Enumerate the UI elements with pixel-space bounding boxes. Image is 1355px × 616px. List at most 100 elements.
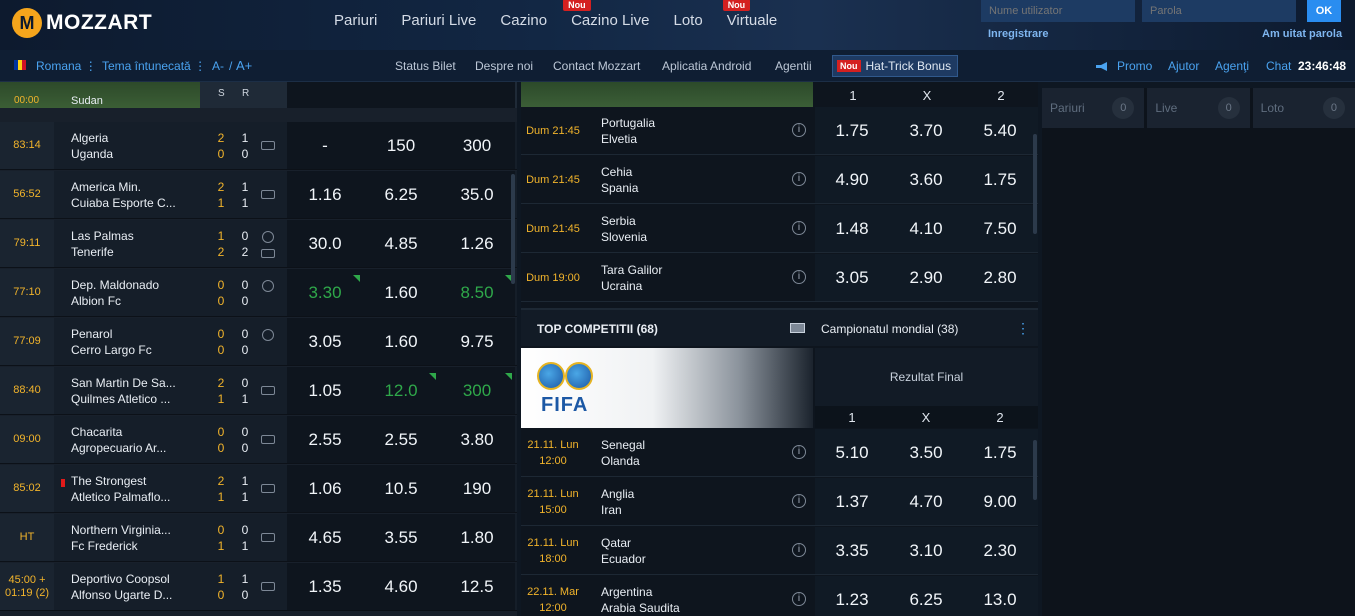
match-row[interactable]: 22.11. Mar 12:00 Argentina Arabia Saudita i…: [521, 576, 1038, 616]
odd-button[interactable]: 13.0: [963, 576, 1037, 616]
contact-link[interactable]: Contact Mozzart: [553, 59, 640, 73]
match-row[interactable]: Dum 21:45 Portugalia Elvetia i 1.75 3.70 5.40: [521, 107, 1038, 155]
font-increase-button[interactable]: A+: [236, 58, 252, 73]
play-icon[interactable]: [262, 231, 274, 243]
odd-button[interactable]: 190: [439, 465, 515, 513]
match-row[interactable]: 21.11. Lun 18:00 Qatar Ecuador i 3.35 3.10 2.3…: [521, 527, 1038, 575]
odd-button[interactable]: 2.30: [963, 527, 1037, 575]
info-icon[interactable]: i: [792, 494, 806, 508]
mozzart-logo[interactable]: M MOZZART: [12, 8, 152, 38]
live-match-row[interactable]: 77:09 Penarol Cerro Largo Fc 0 0 0 0 3.05 1.60 9.…: [0, 318, 517, 366]
stadium-icon[interactable]: [261, 386, 275, 395]
odd-button[interactable]: 9.00: [963, 478, 1037, 526]
live-match-row[interactable]: 09:00 Chacarita Agropecuario Ar... 0 0 0 0 2.55…: [0, 416, 517, 464]
odd-button[interactable]: 3.70: [889, 107, 963, 155]
live-match-row[interactable]: 77:10 Dep. Maldonado Albion Fc 0 0 0 0 3.30 1.60…: [0, 269, 517, 317]
live-match-row[interactable]: HT Northern Virginia... Fc Frederick 0 1 0 1 4.…: [0, 514, 517, 562]
odd-button[interactable]: 1.60: [363, 318, 439, 366]
live-match-row[interactable]: 88:40 San Martin De Sa... Quilmes Atletico…: [0, 367, 517, 415]
competition-select[interactable]: Campionatul mondial (38): [821, 322, 958, 336]
agentii-link[interactable]: Agentii: [775, 59, 812, 73]
live-match-row[interactable]: 85:02 The Strongest Atletico Palmaflo... 2 1…: [0, 465, 517, 513]
odd-button[interactable]: 3.60: [889, 156, 963, 204]
forgot-password-link[interactable]: Am uitat parola: [1262, 28, 1342, 40]
register-link[interactable]: Inregistrare: [988, 28, 1049, 40]
odd-button[interactable]: 3.50: [889, 429, 963, 477]
odd-button[interactable]: 1.37: [815, 478, 889, 526]
nav-cazino-live[interactable]: Nou Cazino Live: [563, 0, 649, 42]
odd-button[interactable]: 1.75: [963, 156, 1037, 204]
scrollbar[interactable]: [1033, 134, 1037, 234]
odd-button[interactable]: 3.05: [815, 254, 889, 302]
odd-button[interactable]: 2.55: [363, 416, 439, 464]
odd-button[interactable]: 1.48: [815, 205, 889, 253]
info-icon[interactable]: i: [792, 172, 806, 186]
more-menu-icon[interactable]: ⋮: [1016, 320, 1030, 337]
login-ok-button[interactable]: OK: [1307, 0, 1341, 22]
username-input[interactable]: [981, 0, 1135, 22]
odd-button[interactable]: 3.30: [287, 269, 363, 317]
odd-button[interactable]: 300: [439, 122, 515, 170]
match-row[interactable]: 21.11. Lun 12:00 Senegal Olanda i 5.10 3.50 1.…: [521, 429, 1038, 477]
live-match-row[interactable]: 83:14 Algeria Uganda 2 0 1 0 -150 300: [0, 122, 517, 170]
nav-pariuri-live[interactable]: Pariuri Live: [401, 0, 476, 42]
theme-toggle[interactable]: Tema întunecată ⋮: [102, 59, 206, 73]
odd-button[interactable]: 12.5: [439, 563, 515, 611]
agents-link[interactable]: Agenţi: [1215, 59, 1249, 73]
stadium-icon[interactable]: [261, 484, 275, 493]
info-icon[interactable]: i: [792, 543, 806, 557]
match-row[interactable]: 21.11. Lun 15:00 Anglia Iran i 1.37 4.70 9.00: [521, 478, 1038, 526]
odd-button[interactable]: 1.35: [287, 563, 363, 611]
odd-button[interactable]: 3.35: [815, 527, 889, 575]
info-icon[interactable]: i: [792, 123, 806, 137]
info-icon[interactable]: i: [792, 592, 806, 606]
odd-button[interactable]: 4.70: [889, 478, 963, 526]
odd-button[interactable]: 4.65: [287, 514, 363, 562]
help-link[interactable]: Ajutor: [1168, 59, 1199, 73]
stadium-icon[interactable]: [261, 435, 275, 444]
odd-button[interactable]: 1.60: [363, 269, 439, 317]
nav-cazino[interactable]: Cazino: [500, 0, 547, 42]
odd-button[interactable]: 6.25: [889, 576, 963, 616]
despre-noi-link[interactable]: Despre noi: [475, 59, 533, 73]
odd-button[interactable]: 4.10: [889, 205, 963, 253]
live-match-row[interactable]: 79:11 Las Palmas Tenerife 1 2 0 2 30.0 4.85 1.26: [0, 220, 517, 268]
live-match-row[interactable]: 56:52 America Min. Cuiaba Esporte C... 2 1 1 1…: [0, 171, 517, 219]
odd-button[interactable]: 2.90: [889, 254, 963, 302]
odd-button[interactable]: 4.85: [363, 220, 439, 268]
odd-button[interactable]: 1.06: [287, 465, 363, 513]
odd-button[interactable]: 1.16: [287, 171, 363, 219]
odd-button[interactable]: 2.55: [287, 416, 363, 464]
play-icon[interactable]: [262, 329, 274, 341]
android-app-link[interactable]: Aplicatia Android: [662, 59, 751, 73]
chat-link[interactable]: Chat: [1266, 59, 1291, 73]
odd-button[interactable]: 1.80: [439, 514, 515, 562]
odd-button[interactable]: -: [287, 122, 363, 170]
odd-button[interactable]: 5.40: [963, 107, 1037, 155]
odd-button[interactable]: 5.10: [815, 429, 889, 477]
odd-button[interactable]: 6.25: [363, 171, 439, 219]
odd-button[interactable]: 1.23: [815, 576, 889, 616]
play-icon[interactable]: [262, 280, 274, 292]
stadium-icon[interactable]: [261, 249, 275, 258]
status-bilet-link[interactable]: Status Bilet: [395, 59, 456, 73]
hattrick-bonus-button[interactable]: Nou Hat-Trick Bonus: [832, 55, 959, 77]
tab-loto[interactable]: Loto 0: [1252, 88, 1355, 128]
stadium-icon[interactable]: [261, 190, 275, 199]
language-select[interactable]: Romana ⋮: [36, 59, 97, 73]
odd-button[interactable]: 3.55: [363, 514, 439, 562]
odd-button[interactable]: 9.75: [439, 318, 515, 366]
font-decrease-button[interactable]: A-: [212, 59, 224, 73]
promo-link[interactable]: Promo: [1117, 59, 1152, 73]
tab-pariuri[interactable]: Pariuri 0: [1042, 88, 1145, 128]
stadium-icon[interactable]: [261, 582, 275, 591]
odd-button[interactable]: 7.50: [963, 205, 1037, 253]
live-match-row[interactable]: 45:00 + 01:19 (2) Deportivo Coopsol Alfons…: [0, 563, 517, 611]
nav-virtuale[interactable]: Nou Virtuale: [722, 0, 777, 42]
stadium-icon[interactable]: [261, 141, 275, 150]
password-input[interactable]: [1142, 0, 1296, 22]
odd-button[interactable]: 1.75: [963, 429, 1037, 477]
odd-button[interactable]: 10.5: [363, 465, 439, 513]
info-icon[interactable]: i: [792, 270, 806, 284]
odd-button[interactable]: 1.75: [815, 107, 889, 155]
